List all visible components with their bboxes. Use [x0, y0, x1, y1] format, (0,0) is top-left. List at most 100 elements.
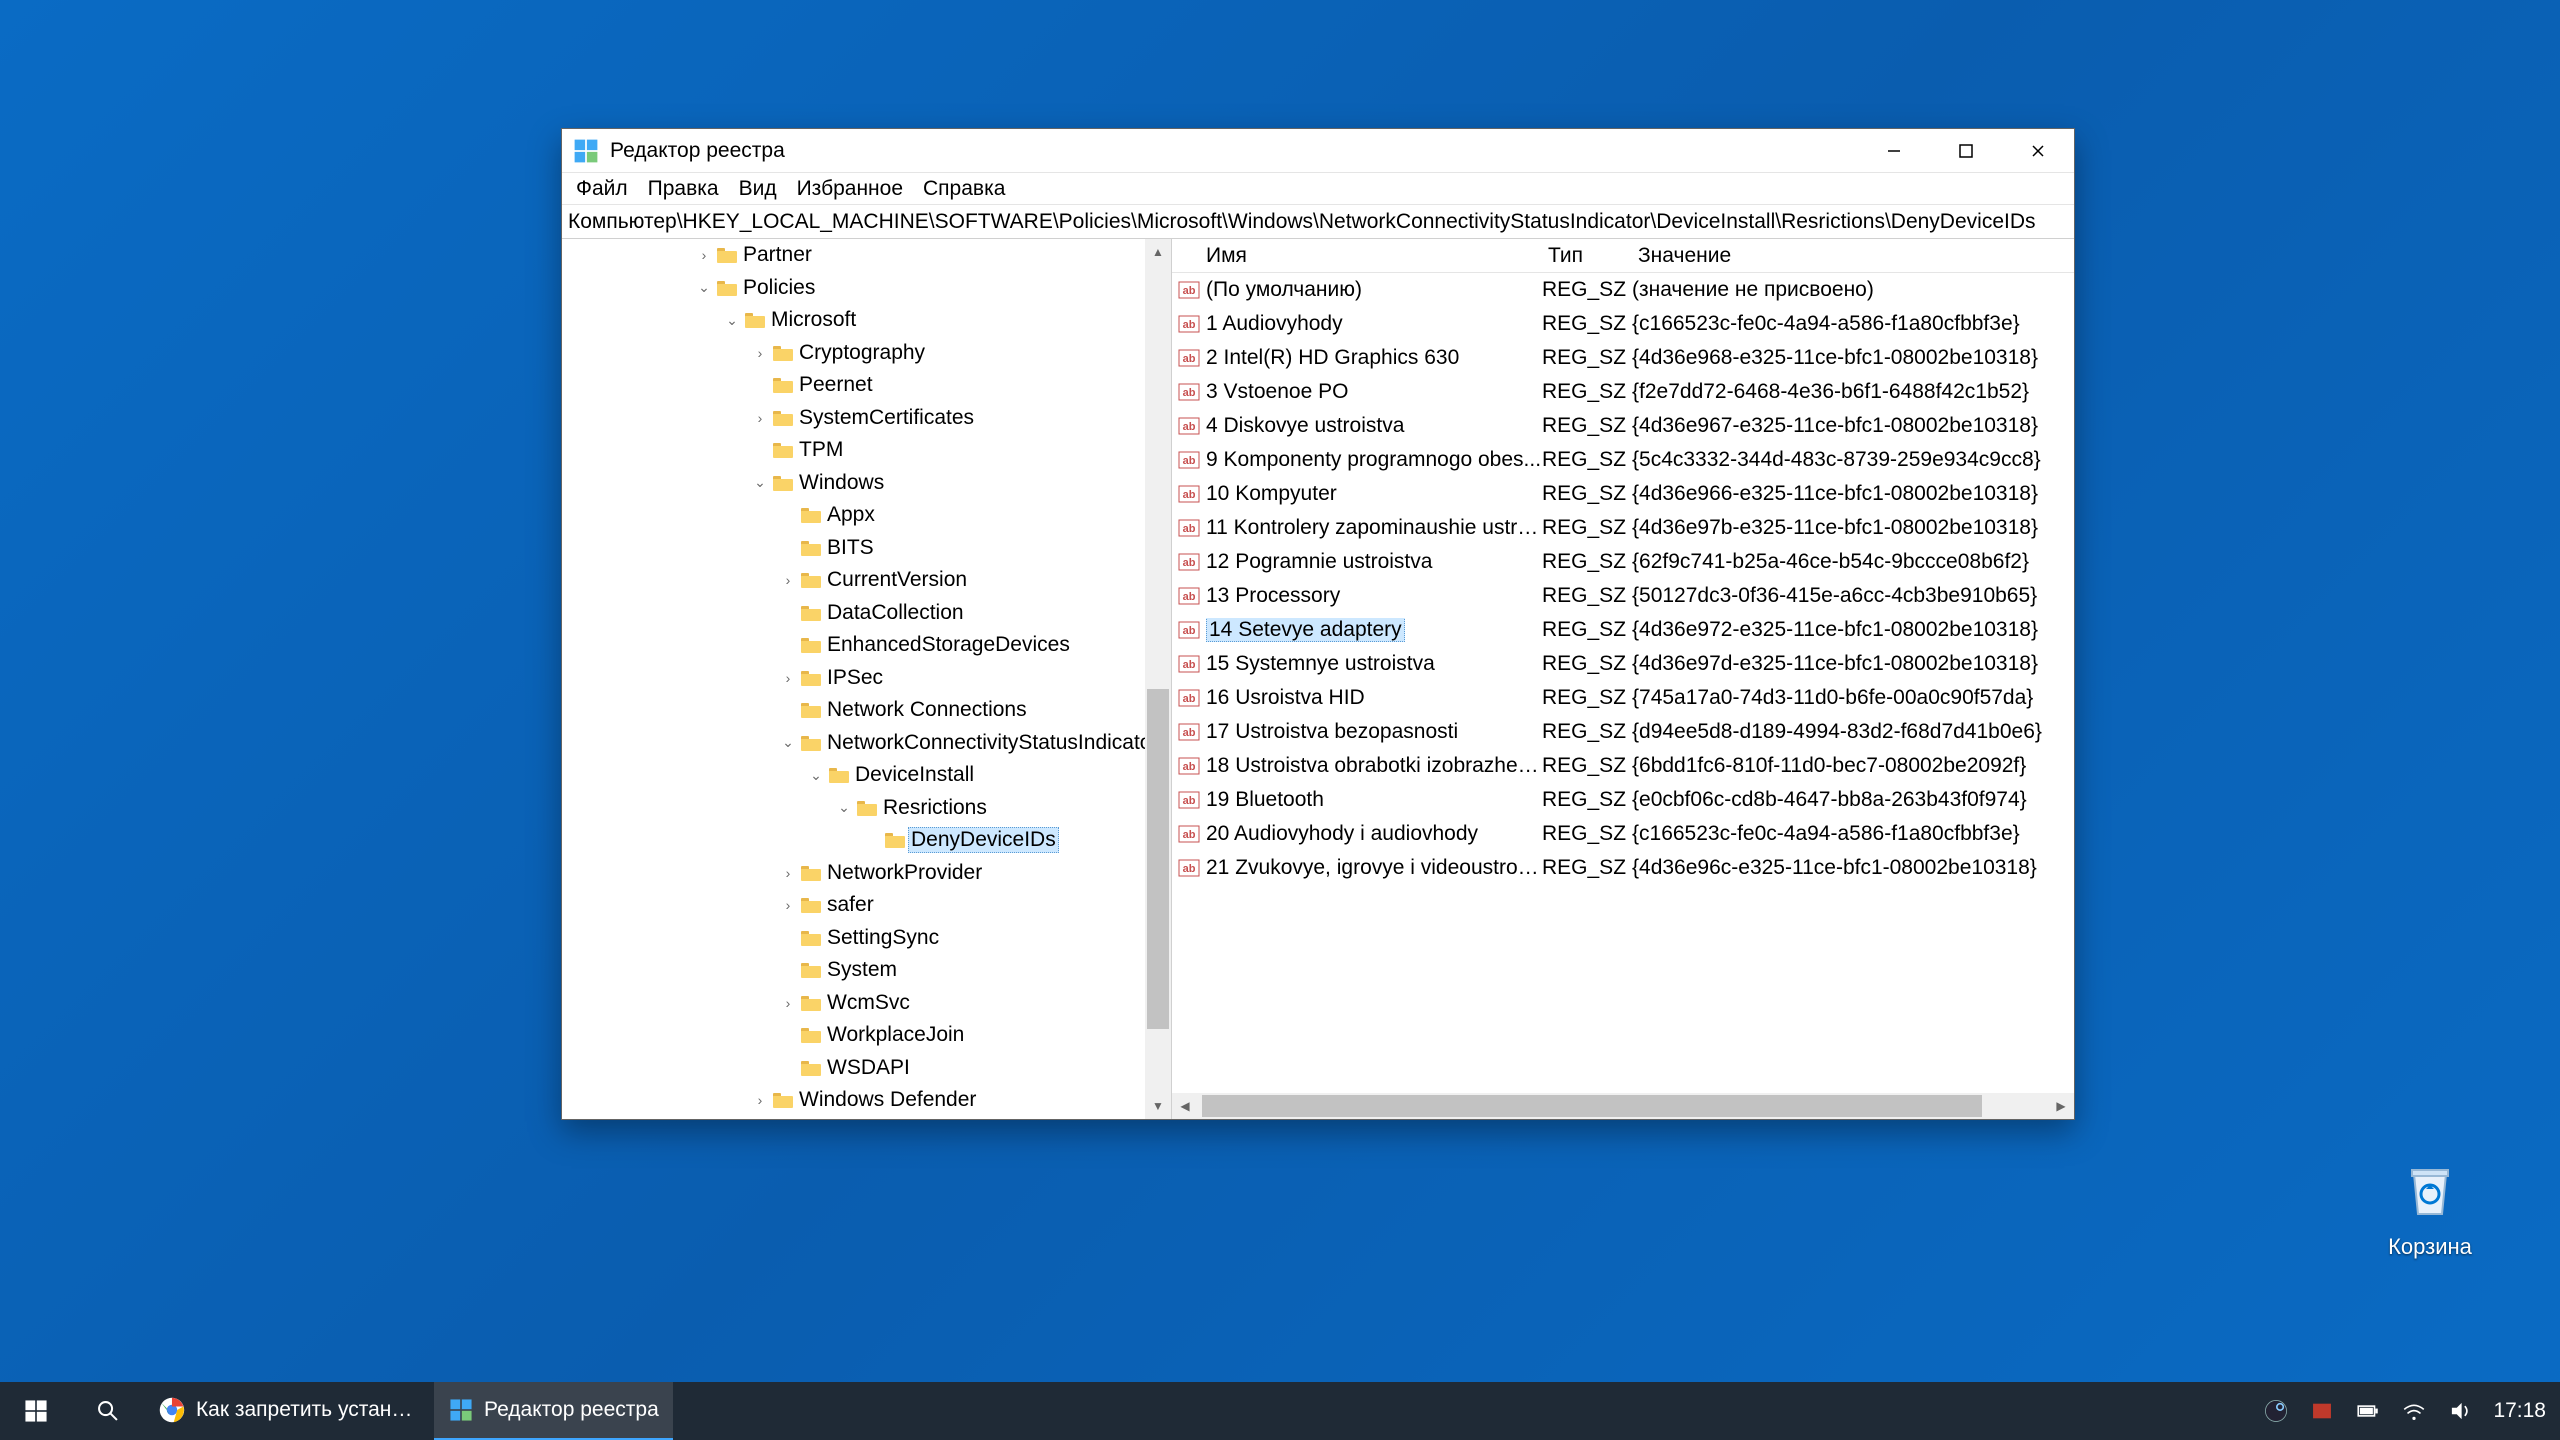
tree-item[interactable]: ›safer: [562, 889, 1171, 922]
tree-item-label: Windows: [796, 471, 887, 495]
menu-file[interactable]: Файл: [566, 175, 638, 203]
menubar: Файл Правка Вид Избранное Справка: [562, 173, 2074, 205]
tree-item[interactable]: WorkplaceJoin: [562, 1019, 1171, 1052]
chevron-down-icon[interactable]: ⌄: [694, 279, 714, 296]
menu-edit[interactable]: Правка: [638, 175, 729, 203]
chevron-right-icon[interactable]: ›: [778, 865, 798, 881]
tree-item[interactable]: ⌄Microsoft: [562, 304, 1171, 337]
value-row[interactable]: ab9 Komponenty programnogo obes...REG_SZ…: [1172, 443, 2074, 477]
value-row[interactable]: ab18 Ustroistva obrabotki izobrazheniyRE…: [1172, 749, 2074, 783]
value-data: {d94ee5d8-d189-4994-83d2-f68d7d41b0e6}: [1632, 720, 2074, 744]
chevron-down-icon[interactable]: ⌄: [778, 734, 798, 751]
tree-item[interactable]: ⌄Policies: [562, 272, 1171, 305]
tree-item[interactable]: ›Windows Defender: [562, 1084, 1171, 1117]
value-row[interactable]: ab(По умолчанию)REG_SZ(значение не присв…: [1172, 273, 2074, 307]
tree-item[interactable]: ›CurrentVersion: [562, 564, 1171, 597]
value-row[interactable]: ab19 BluetoothREG_SZ{e0cbf06c-cd8b-4647-…: [1172, 783, 2074, 817]
value-row[interactable]: ab11 Kontrolery zapominaushie ustro...RE…: [1172, 511, 2074, 545]
col-value[interactable]: Значение: [1632, 244, 2074, 268]
value-row[interactable]: ab14 Setevye adapteryREG_SZ{4d36e972-e32…: [1172, 613, 2074, 647]
value-row[interactable]: ab10 KompyuterREG_SZ{4d36e966-e325-11ce-…: [1172, 477, 2074, 511]
tree-item[interactable]: ›Partner: [562, 239, 1171, 272]
value-row[interactable]: ab2 Intel(R) HD Graphics 630REG_SZ{4d36e…: [1172, 341, 2074, 375]
col-type[interactable]: Тип: [1542, 244, 1632, 268]
menu-view[interactable]: Вид: [729, 175, 787, 203]
tree-item[interactable]: SettingSync: [562, 922, 1171, 955]
minimize-button[interactable]: [1858, 129, 1930, 173]
tree-item[interactable]: ›WcmSvc: [562, 987, 1171, 1020]
chevron-right-icon[interactable]: ›: [694, 247, 714, 263]
chevron-right-icon[interactable]: ›: [750, 345, 770, 361]
window-title: Редактор реестра: [610, 139, 1858, 163]
address-bar[interactable]: Компьютер\HKEY_LOCAL_MACHINE\SOFTWARE\Po…: [562, 205, 2074, 239]
tree-item[interactable]: Appx: [562, 499, 1171, 532]
taskbar-regedit[interactable]: Редактор реестра: [434, 1382, 673, 1440]
value-row[interactable]: ab15 Systemnye ustroistvaREG_SZ{4d36e97d…: [1172, 647, 2074, 681]
svg-text:ab: ab: [1183, 523, 1196, 535]
tree-item[interactable]: Peernet: [562, 369, 1171, 402]
value-row[interactable]: ab20 Audiovyhody i audiovhodyREG_SZ{c166…: [1172, 817, 2074, 851]
chevron-right-icon[interactable]: ›: [778, 897, 798, 913]
menu-favorites[interactable]: Избранное: [787, 175, 913, 203]
value-name: 21 Zvukovye, igrovye i videoustrois...: [1206, 856, 1542, 880]
tree-item[interactable]: ›SystemCertificates: [562, 402, 1171, 435]
taskbar-chrome[interactable]: Как запретить устано...: [144, 1382, 434, 1440]
tree-item[interactable]: DenyDeviceIDs: [562, 824, 1171, 857]
folder-icon: [798, 862, 824, 884]
tree-item[interactable]: Network Connections: [562, 694, 1171, 727]
chevron-right-icon[interactable]: ›: [778, 995, 798, 1011]
tree-item[interactable]: ⌄ DeviceInstall: [562, 759, 1171, 792]
value-row[interactable]: ab4 Diskovye ustroistvaREG_SZ{4d36e967-e…: [1172, 409, 2074, 443]
wifi-icon[interactable]: [2401, 1398, 2427, 1424]
tree-item[interactable]: System: [562, 954, 1171, 987]
tree-item[interactable]: WSDAPI: [562, 1052, 1171, 1085]
value-row[interactable]: ab17 Ustroistva bezopasnostiREG_SZ{d94ee…: [1172, 715, 2074, 749]
search-button[interactable]: [72, 1382, 144, 1440]
chevron-right-icon[interactable]: ›: [750, 1092, 770, 1108]
value-row[interactable]: ab1 AudiovyhodyREG_SZ{c166523c-fe0c-4a94…: [1172, 307, 2074, 341]
col-name[interactable]: Имя: [1172, 244, 1542, 268]
tree-item[interactable]: EnhancedStorageDevices: [562, 629, 1171, 662]
scroll-down-icon[interactable]: ▼: [1145, 1093, 1171, 1119]
tree-item[interactable]: ›Cryptography: [562, 337, 1171, 370]
maximize-button[interactable]: [1930, 129, 2002, 173]
tree-item[interactable]: ⌄NetworkConnectivityStatusIndicator: [562, 727, 1171, 760]
steam-icon[interactable]: [2263, 1398, 2289, 1424]
volume-icon[interactable]: [2447, 1398, 2473, 1424]
tree-item[interactable]: ⌄ Windows: [562, 467, 1171, 500]
value-row[interactable]: ab21 Zvukovye, igrovye i videoustrois...…: [1172, 851, 2074, 885]
list-hscrollbar[interactable]: ◀ ▶: [1172, 1093, 2074, 1119]
scroll-thumb[interactable]: [1147, 689, 1169, 1029]
tree-item[interactable]: DataCollection: [562, 597, 1171, 630]
tree-vscrollbar[interactable]: ▲ ▼: [1145, 239, 1171, 1119]
tree-item[interactable]: ⌄Resrictions: [562, 792, 1171, 825]
chevron-right-icon[interactable]: ›: [778, 572, 798, 588]
tray-app-icon[interactable]: [2309, 1398, 2335, 1424]
tree-item[interactable]: ›IPSec: [562, 662, 1171, 695]
value-row[interactable]: ab3 Vstoenoe POREG_SZ{f2e7dd72-6468-4e36…: [1172, 375, 2074, 409]
tree-item[interactable]: TPM: [562, 434, 1171, 467]
value-row[interactable]: ab13 ProcessoryREG_SZ{50127dc3-0f36-415e…: [1172, 579, 2074, 613]
value-row[interactable]: ab12 Pogramnie ustroistvaREG_SZ{62f9c741…: [1172, 545, 2074, 579]
tree-item[interactable]: ›NetworkProvider: [562, 857, 1171, 890]
tree-item-label: DeviceInstall: [852, 763, 977, 787]
scroll-up-icon[interactable]: ▲: [1145, 239, 1171, 265]
battery-icon[interactable]: [2355, 1398, 2381, 1424]
chevron-down-icon[interactable]: ⌄: [834, 799, 854, 816]
chevron-right-icon[interactable]: ›: [778, 670, 798, 686]
value-row[interactable]: ab16 Usroistva HIDREG_SZ{745a17a0-74d3-1…: [1172, 681, 2074, 715]
desktop-recycle-bin[interactable]: Корзина: [2360, 1158, 2500, 1260]
scroll-right-icon[interactable]: ▶: [2048, 1093, 2074, 1119]
chevron-right-icon[interactable]: ›: [750, 410, 770, 426]
chevron-down-icon[interactable]: ⌄: [750, 474, 770, 491]
close-button[interactable]: [2002, 129, 2074, 173]
chevron-down-icon[interactable]: ⌄: [722, 312, 742, 329]
scroll-left-icon[interactable]: ◀: [1172, 1093, 1198, 1119]
start-button[interactable]: [0, 1382, 72, 1440]
tree-item[interactable]: BITS: [562, 532, 1171, 565]
menu-help[interactable]: Справка: [913, 175, 1015, 203]
scroll-thumb[interactable]: [1202, 1095, 1982, 1117]
taskbar-clock[interactable]: 17:18: [2493, 1399, 2546, 1423]
titlebar[interactable]: Редактор реестра: [562, 129, 2074, 173]
chevron-down-icon[interactable]: ⌄: [806, 767, 826, 784]
